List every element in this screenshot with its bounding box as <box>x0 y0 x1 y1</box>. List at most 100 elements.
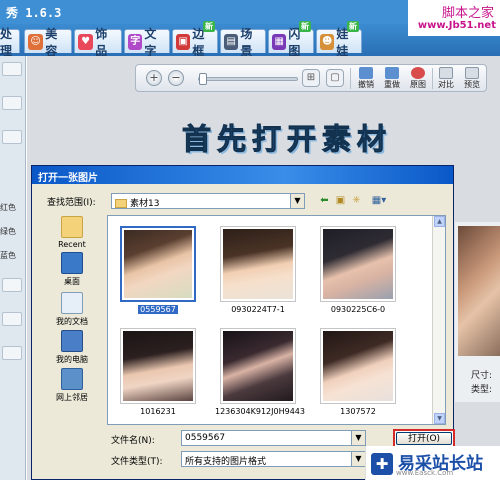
filename-label: 文件名(N): <box>111 436 155 446</box>
compare-button[interactable]: 对比 <box>434 66 458 91</box>
left-panel: 红色 绿色 蓝色 <box>0 56 26 480</box>
thumbnail-frame <box>220 328 296 404</box>
tab-flash[interactable]: 新 ▦ 闪图 <box>268 21 314 58</box>
fit-screen-icon[interactable]: ⊞ <box>302 69 320 87</box>
place-label: Recent <box>58 240 86 249</box>
file-list-scrollbar[interactable]: ▲ ▼ <box>432 216 445 424</box>
tab-label: 处理 <box>0 26 13 58</box>
watermark-bottom-url: www.Easck.Com <box>396 469 454 477</box>
left-panel-button[interactable] <box>2 278 22 292</box>
zoom-slider[interactable] <box>198 73 298 85</box>
back-icon[interactable]: ⬅ <box>318 195 331 207</box>
place-my-computer[interactable]: 我的电脑 <box>42 330 102 365</box>
chevron-down-icon[interactable]: ▼ <box>351 452 365 466</box>
filename-value: 0559567 <box>185 433 226 443</box>
recent-folder-icon <box>61 216 83 238</box>
file-thumbnail[interactable]: 1307572 <box>315 328 401 416</box>
chevron-down-icon[interactable]: ▼ <box>290 194 304 208</box>
place-label: 网上邻居 <box>56 393 88 402</box>
text-icon: 字 <box>128 33 143 50</box>
file-name: 1236304K912J0H9443 <box>215 407 305 416</box>
tab-label: 文字 <box>144 26 157 58</box>
thumbnail-frame <box>320 226 396 302</box>
place-network[interactable]: 网上邻居 <box>42 368 102 403</box>
redo-icon <box>385 67 399 79</box>
new-folder-icon[interactable]: ✳ <box>350 195 363 207</box>
network-icon <box>61 368 83 390</box>
tab-beauty[interactable]: ☺ 美容 <box>24 27 72 58</box>
folder-icon <box>115 199 127 208</box>
left-panel-button[interactable] <box>2 62 22 76</box>
scroll-down-icon[interactable]: ▼ <box>434 413 445 424</box>
file-list: 0559567 0930224T7-1 0930225C6-0 1016231 … <box>107 215 446 425</box>
chevron-down-icon[interactable]: ▼ <box>351 431 365 445</box>
view-menu-icon[interactable]: ▦▾ <box>368 195 390 207</box>
tab-doll[interactable]: 新 ☻ 娃娃 <box>316 21 362 58</box>
file-thumbnail[interactable]: 1016231 <box>115 328 201 416</box>
file-thumbnail[interactable]: 0930224T7-1 <box>215 226 301 314</box>
file-name: 0559567 <box>138 305 178 314</box>
filename-input[interactable]: 0559567 ▼ <box>181 430 366 446</box>
documents-icon <box>61 292 83 314</box>
redo-button[interactable]: 重做 <box>380 66 404 91</box>
file-thumbnail[interactable]: 0559567 <box>115 226 201 314</box>
view-toolbar: + − ⊞ ▢ 撤销 重做 原图 对比 预览 <box>135 64 487 92</box>
left-panel-button[interactable] <box>2 130 22 144</box>
scene-icon: ▤ <box>224 33 239 50</box>
look-in-dropdown[interactable]: 素材13 ▼ <box>111 193 305 209</box>
place-label: 我的电脑 <box>56 355 88 364</box>
desktop-icon <box>61 252 83 274</box>
zoom-slider-handle[interactable] <box>199 73 207 85</box>
file-name: 0930225C6-0 <box>330 305 386 314</box>
thumbnail-image <box>123 331 193 401</box>
file-name: 1307572 <box>340 407 376 416</box>
left-panel-button[interactable] <box>2 312 22 326</box>
place-recent[interactable]: Recent <box>42 216 102 249</box>
tab-text[interactable]: 字 文字 <box>124 27 170 58</box>
undo-icon <box>359 67 373 79</box>
undo-button[interactable]: 撤销 <box>354 66 378 91</box>
face-icon: ☺ <box>28 33 44 50</box>
new-badge: 新 <box>347 21 359 32</box>
toolbar-separator <box>350 68 351 89</box>
thumbnail-frame <box>320 328 396 404</box>
place-label: 我的文档 <box>56 317 88 326</box>
color-label-red[interactable]: 红色 <box>0 202 16 213</box>
tutorial-headline: 首先打开素材 <box>181 122 393 157</box>
thumbnail-image <box>323 229 393 299</box>
dialog-title: 打开一张图片 <box>32 166 453 184</box>
original-button[interactable]: 原图 <box>406 66 430 91</box>
tab-accessories[interactable]: ♥ 饰品 <box>74 27 122 58</box>
actual-size-icon[interactable]: ▢ <box>326 69 344 87</box>
size-label: 尺寸: <box>471 371 493 381</box>
open-button[interactable]: 打开(O) <box>396 432 452 445</box>
tab-scene[interactable]: ▤ 场景 <box>220 27 266 58</box>
places-bar: Recent 桌面 我的文档 我的电脑 网上邻居 <box>42 216 102 426</box>
left-panel-button[interactable] <box>2 96 22 110</box>
redo-label: 重做 <box>384 80 400 89</box>
tab-label: 美容 <box>45 26 58 58</box>
app-title: 秀 1.6.3 <box>6 6 62 20</box>
original-icon <box>411 67 425 79</box>
place-desktop[interactable]: 桌面 <box>42 252 102 287</box>
place-my-documents[interactable]: 我的文档 <box>42 292 102 327</box>
tab-frame[interactable]: 新 ▣ 边框 <box>172 21 218 58</box>
file-thumbnail[interactable]: 1236304K912J0H9443 <box>215 328 305 416</box>
new-badge: 新 <box>203 21 215 32</box>
file-thumbnail[interactable]: 0930225C6-0 <box>315 226 401 314</box>
zoom-out-button[interactable]: − <box>168 70 184 86</box>
scroll-up-icon[interactable]: ▲ <box>434 216 445 227</box>
thumbnail-image <box>323 331 393 401</box>
preview-button[interactable]: 预览 <box>460 66 484 91</box>
preview-label: 预览 <box>464 80 480 89</box>
color-label-blue[interactable]: 蓝色 <box>0 250 16 261</box>
thumbnail-frame <box>120 226 196 302</box>
up-folder-icon[interactable]: ▣ <box>334 195 347 207</box>
tab-process[interactable]: 处理 <box>0 27 20 58</box>
left-panel-button[interactable] <box>2 346 22 360</box>
watermark-site-url: www.Jb51.net <box>417 20 496 31</box>
zoom-in-button[interactable]: + <box>146 70 162 86</box>
color-label-green[interactable]: 绿色 <box>0 226 16 237</box>
filetype-dropdown[interactable]: 所有支持的图片格式 ▼ <box>181 451 366 467</box>
undo-label: 撤销 <box>358 80 374 89</box>
